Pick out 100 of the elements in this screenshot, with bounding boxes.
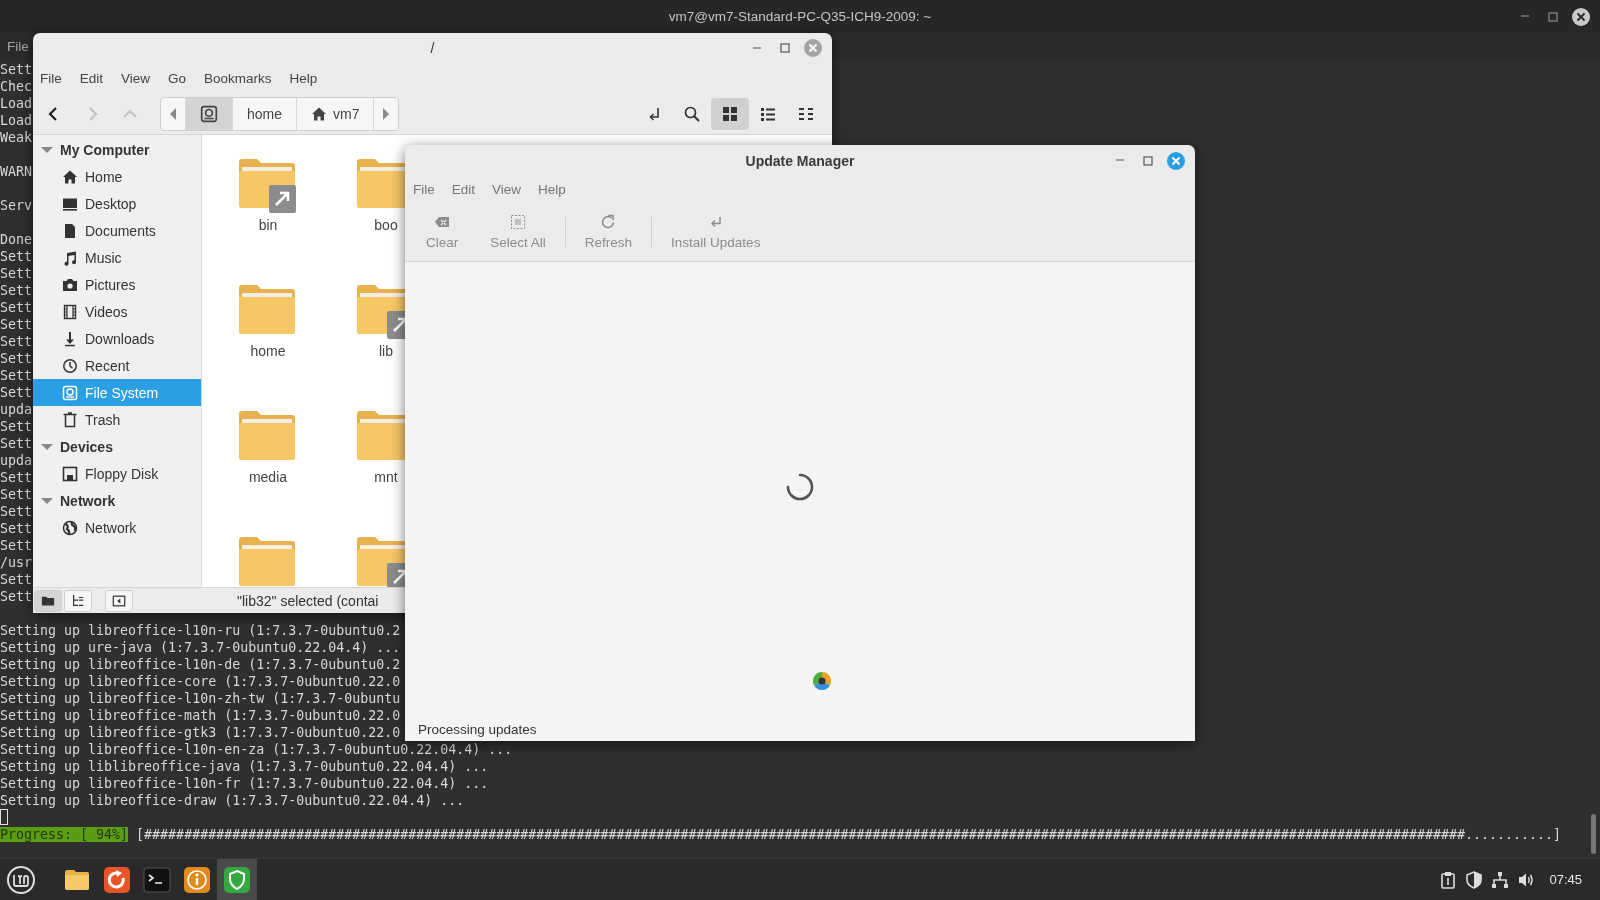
shield-icon[interactable]: [1465, 870, 1484, 889]
text-cursor: [0, 809, 8, 825]
sidebar-item[interactable]: Music: [33, 244, 201, 271]
film-icon: [62, 303, 78, 320]
clock[interactable]: 07:45: [1549, 872, 1582, 887]
camera-icon: [62, 276, 78, 293]
sidebar-item[interactable]: Home: [33, 163, 201, 190]
terminal-line: Sett: [0, 538, 33, 553]
terminal-line: Sett: [0, 436, 33, 451]
terminal-line: Sett: [0, 521, 33, 536]
menu-item[interactable]: Help: [538, 182, 566, 197]
menu-item[interactable]: File: [413, 182, 435, 197]
info-icon: [183, 865, 211, 894]
status-text: "lib32" selected (contai: [237, 592, 379, 609]
sidebar-item[interactable]: Documents: [33, 217, 201, 244]
sidebar-item[interactable]: Trash: [33, 406, 201, 433]
sidebar-item[interactable]: Desktop: [33, 190, 201, 217]
terminal-line: Serv: [0, 198, 33, 213]
network-icon[interactable]: [1491, 870, 1510, 889]
file-name[interactable]: boo: [374, 217, 398, 233]
menu-item[interactable]: Edit: [451, 182, 476, 197]
terminal-line: Chec: [0, 79, 33, 94]
terminal-line: Sett: [0, 317, 33, 332]
clipboard-icon[interactable]: [1439, 870, 1458, 889]
sidebar-item[interactable]: Videos: [33, 298, 201, 325]
section-header[interactable]: Devices: [33, 433, 201, 460]
backspace-icon: [434, 214, 451, 230]
menu-item[interactable]: Help: [289, 70, 318, 86]
path-button[interactable]: vm7: [297, 97, 375, 130]
sidebar-item[interactable]: Pictures: [33, 271, 201, 298]
taskbar-button[interactable]: [217, 859, 257, 900]
terminal-line: Setting up ure-java (1:7.3.7-0ubuntu0.22.04.4) ...: [0, 640, 401, 655]
terminal-line: Sett: [0, 266, 33, 281]
clock-icon: [62, 357, 78, 374]
folder-icon[interactable]: [239, 158, 297, 214]
menu-item[interactable]: File: [7, 39, 29, 54]
close-button[interactable]: [1570, 5, 1592, 28]
menu-item[interactable]: Edit: [79, 70, 104, 86]
home-icon: [311, 105, 328, 122]
section-header[interactable]: Network: [33, 487, 201, 514]
loading-spinner: [785, 472, 815, 502]
terminal-line: Sett: [0, 589, 33, 604]
grid-icon: [722, 105, 738, 122]
menu-item[interactable]: File: [40, 70, 62, 86]
menu-item[interactable]: View: [492, 182, 522, 197]
terminal-line: Sett: [0, 470, 33, 485]
section-header[interactable]: My Computer: [33, 136, 201, 163]
sidebar-toggle-button[interactable]: [105, 589, 133, 612]
maximize-icon: [1548, 11, 1558, 22]
folder-icon[interactable]: [357, 284, 405, 340]
terminal-line: Setting up libreoffice-l10n-ru (1:7.3.7-0ubuntu0.2: [0, 623, 401, 638]
terminal-icon: [143, 865, 171, 894]
terminal-line: Setting up libreoffice-l10n-de (1:7.3.7-0ubuntu0.2: [0, 657, 401, 672]
folder-icon[interactable]: [357, 536, 405, 587]
terminal-line: Sett: [0, 62, 33, 77]
menu-item[interactable]: Go: [168, 70, 187, 86]
menu-item[interactable]: View: [121, 70, 151, 86]
terminal-line: /usr: [0, 555, 33, 570]
path-button[interactable]: home: [233, 97, 298, 130]
drive-icon: [62, 384, 78, 401]
terminal-line: Setting up libreoffice-math (1:7.3.7-0ubuntu0.22.0: [0, 708, 401, 723]
file-name[interactable]: bin: [258, 217, 278, 233]
sidebar-item[interactable]: Network: [33, 514, 201, 541]
sidebar-item[interactable]: Floppy Disk: [33, 460, 201, 487]
file-name[interactable]: lib: [379, 343, 393, 359]
sidebar-item[interactable]: Downloads: [33, 325, 201, 352]
terminal-line: upda: [0, 402, 33, 417]
file-name[interactable]: home: [250, 343, 286, 359]
file-name[interactable]: mnt: [374, 469, 398, 485]
terminal-line: WARN: [0, 164, 33, 179]
file-name[interactable]: media: [248, 469, 288, 485]
progress-label: Progress: [ 94%]: [0, 827, 129, 842]
status-text: Processing updates: [418, 722, 538, 737]
terminal-line: Sett: [0, 368, 33, 383]
tree-button[interactable]: [64, 589, 92, 612]
terminal-line: Setting up libreoffice-l10n-zh-tw (1:7.3.7-0ubuntu: [0, 691, 401, 706]
minimize-icon: [1520, 15, 1530, 18]
menu-item[interactable]: Bookmarks: [204, 70, 272, 86]
terminal-line: Setting up liblibreoffice-java (1:7.3.7-0ubuntu0.22.04.4) ...: [0, 759, 489, 774]
terminal-line: Load: [0, 96, 33, 111]
terminal-line: Sett: [0, 385, 33, 400]
tree-icon: [71, 593, 85, 608]
download-icon: [62, 330, 78, 347]
path-button[interactable]: [186, 97, 233, 130]
terminal-line: Sett: [0, 283, 33, 298]
terminal-line: Sett: [0, 572, 33, 587]
window-title: vm7@vm7-Standard-PC-Q35-ICH9-2009: ~: [668, 9, 932, 24]
status-icon: [813, 672, 831, 690]
terminal-line: Load: [0, 113, 33, 128]
sidebar-item[interactable]: Recent: [33, 352, 201, 379]
icon-view-button[interactable]: [711, 97, 749, 130]
close-icon: [1167, 151, 1185, 170]
places-button[interactable]: [34, 589, 62, 612]
caret-right-icon: [382, 107, 391, 120]
search-icon: [684, 105, 700, 122]
maximize-icon: [1143, 155, 1153, 166]
refresh-icon: [600, 214, 617, 230]
scrollbar-thumb[interactable]: [1591, 814, 1596, 854]
terminal-line: Setting up libreoffice-gtk3 (1:7.3.7-0ubuntu0.22.0: [0, 725, 401, 740]
home-icon: [62, 168, 78, 185]
